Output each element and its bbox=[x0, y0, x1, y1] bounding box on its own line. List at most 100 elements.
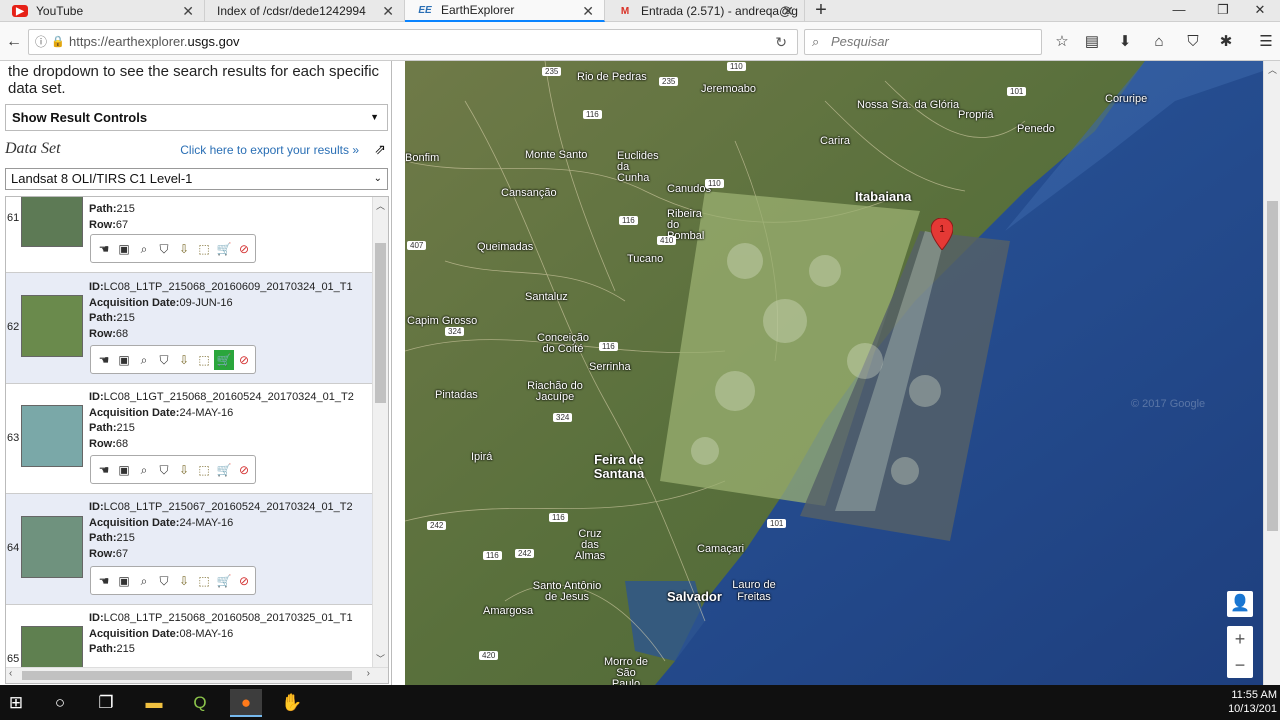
exclude-icon[interactable]: ⊘ bbox=[234, 571, 254, 591]
overlay-icon[interactable]: ▣ bbox=[114, 460, 134, 480]
new-tab-button[interactable]: + bbox=[808, 0, 834, 22]
cortana-icon[interactable]: ○ bbox=[44, 689, 76, 717]
reading-list-icon[interactable]: ▤ bbox=[1082, 32, 1102, 52]
download-icon[interactable]: ⇩ bbox=[174, 460, 194, 480]
qgis-icon[interactable]: Q bbox=[184, 689, 216, 717]
compare-icon[interactable]: ⛉ bbox=[154, 239, 174, 259]
download-icon[interactable]: ⇩ bbox=[174, 239, 194, 259]
search-input[interactable]: ⌕ Pesquisar bbox=[804, 29, 1042, 55]
cart-icon[interactable]: 🛒 bbox=[214, 571, 234, 591]
cart-icon[interactable]: 🛒 bbox=[214, 460, 234, 480]
results-vertical-scrollbar[interactable]: ︿ ﹀ bbox=[372, 197, 388, 667]
footprint-icon[interactable]: ☚ bbox=[94, 350, 114, 370]
firefox-icon[interactable]: ● bbox=[230, 689, 262, 717]
home-icon[interactable]: ⌂ bbox=[1149, 32, 1169, 52]
bulk-download-icon[interactable]: ⬚ bbox=[194, 571, 214, 591]
tab-earthexplorer[interactable]: EE EarthExplorer ✕ bbox=[405, 0, 605, 22]
close-window-button[interactable]: ✕ bbox=[1240, 0, 1280, 22]
download-icon[interactable]: ⇩ bbox=[174, 571, 194, 591]
scrollbar-thumb[interactable] bbox=[1267, 201, 1278, 531]
minimize-button[interactable]: — bbox=[1156, 0, 1202, 22]
map-place: Riachão do Jacuípe bbox=[527, 380, 583, 403]
export-results-link[interactable]: Click here to export your results » bbox=[180, 143, 359, 157]
result-meta: Path:215 Row:67 bbox=[89, 203, 135, 231]
close-icon[interactable]: ✕ bbox=[382, 3, 394, 20]
map-place: Camaçari bbox=[697, 543, 745, 555]
metadata-icon[interactable]: ⌕ bbox=[134, 460, 154, 480]
close-icon[interactable]: ✕ bbox=[782, 3, 794, 20]
result-thumbnail[interactable] bbox=[21, 516, 83, 578]
scrollbar-thumb[interactable] bbox=[22, 671, 352, 680]
windows-start-icon[interactable]: ⊞ bbox=[0, 689, 32, 717]
overlay-icon[interactable]: ▣ bbox=[114, 239, 134, 259]
result-actions: ☚ ▣ ⌕ ⛉ ⇩ ⬚ 🛒 ⊘ bbox=[90, 345, 256, 374]
clock-time: 11:55 AM bbox=[1231, 689, 1277, 701]
tab-gmail[interactable]: M Entrada (2.571) - andreqa@g ✕ bbox=[605, 0, 805, 22]
bulk-download-icon[interactable]: ⬚ bbox=[194, 350, 214, 370]
compare-icon[interactable]: ⛉ bbox=[154, 460, 174, 480]
zoom-out-button[interactable]: − bbox=[1227, 652, 1253, 678]
overlay-icon[interactable]: ▣ bbox=[114, 350, 134, 370]
compare-icon[interactable]: ⛉ bbox=[154, 571, 174, 591]
data-set-select[interactable]: Landsat 8 OLI/TIRS C1 Level-1 ⌄ bbox=[5, 168, 388, 190]
exclude-icon[interactable]: ⊘ bbox=[234, 239, 254, 259]
chevron-down-icon[interactable]: ﹀ bbox=[376, 652, 385, 665]
extension-icon[interactable]: ✱ bbox=[1216, 32, 1236, 52]
tab-index[interactable]: Index of /cdsr/dede1242994 ✕ bbox=[205, 0, 405, 22]
system-clock[interactable]: 11:55 AM 10/13/201 bbox=[1220, 688, 1280, 716]
download-icon[interactable]: ⬇ bbox=[1115, 32, 1135, 52]
exclude-icon[interactable]: ⊘ bbox=[234, 460, 254, 480]
results-horizontal-scrollbar[interactable]: ‹ › bbox=[6, 667, 388, 683]
pocket-icon[interactable]: ⛉ bbox=[1183, 32, 1203, 52]
road-shield: 116 bbox=[549, 513, 568, 522]
page-vertical-scrollbar[interactable]: ︿ bbox=[1263, 61, 1280, 685]
chevron-up-icon[interactable]: ︿ bbox=[1268, 63, 1277, 76]
bulk-download-icon[interactable]: ⬚ bbox=[194, 239, 214, 259]
show-result-controls-dropdown[interactable]: Show Result Controls ▼ bbox=[5, 104, 388, 131]
cart-icon[interactable]: 🛒 bbox=[214, 239, 234, 259]
bulk-download-icon[interactable]: ⬚ bbox=[194, 460, 214, 480]
map-marker-icon[interactable]: 1 bbox=[931, 218, 953, 250]
street-view-pegman-icon[interactable]: 👤 bbox=[1227, 591, 1253, 617]
footprint-icon[interactable]: ☚ bbox=[94, 460, 114, 480]
result-acq-date: 24-MAY-16 bbox=[179, 516, 234, 529]
tab-youtube[interactable]: ▶ YouTube ✕ bbox=[0, 0, 205, 22]
url-bar[interactable]: ⓘ 🔒 https://earthexplorer.usgs.gov ↻ bbox=[28, 29, 798, 55]
close-icon[interactable]: ✕ bbox=[582, 3, 594, 20]
result-thumbnail[interactable] bbox=[21, 295, 83, 357]
search-placeholder: Pesquisar bbox=[831, 34, 889, 49]
compare-icon[interactable]: ⛉ bbox=[154, 350, 174, 370]
info-icon[interactable]: ⓘ bbox=[35, 30, 47, 54]
map-place: Coruripe bbox=[1105, 93, 1148, 105]
tab-label: Entrada (2.571) - andreqa@g bbox=[641, 4, 798, 18]
result-acq-date: 08-MAY-16 bbox=[179, 627, 234, 640]
task-view-icon[interactable]: ❐ bbox=[90, 689, 122, 717]
footprint-icon[interactable]: ☚ bbox=[94, 571, 114, 591]
external-link-icon[interactable]: ⇗ bbox=[374, 141, 386, 158]
result-thumbnail[interactable] bbox=[21, 197, 83, 247]
chevron-left-icon[interactable]: ‹ bbox=[9, 668, 12, 679]
close-icon[interactable]: ✕ bbox=[182, 3, 194, 20]
exclude-icon[interactable]: ⊘ bbox=[234, 350, 254, 370]
zoom-in-button[interactable]: + bbox=[1227, 626, 1253, 652]
scrollbar-thumb[interactable] bbox=[375, 243, 386, 403]
overlay-icon[interactable]: ▣ bbox=[114, 571, 134, 591]
metadata-icon[interactable]: ⌕ bbox=[134, 571, 154, 591]
back-button[interactable]: ← bbox=[2, 30, 26, 54]
cart-icon[interactable]: 🛒 bbox=[214, 349, 234, 370]
show-result-controls-label: Show Result Controls bbox=[12, 110, 148, 125]
map-place: Carira bbox=[820, 135, 850, 147]
app-icon[interactable]: ✋ bbox=[276, 689, 308, 717]
reload-icon[interactable]: ↻ bbox=[775, 30, 787, 54]
download-icon[interactable]: ⇩ bbox=[174, 350, 194, 370]
bookmark-star-icon[interactable]: ☆ bbox=[1052, 32, 1072, 52]
metadata-icon[interactable]: ⌕ bbox=[134, 350, 154, 370]
footprint-icon[interactable]: ☚ bbox=[94, 239, 114, 259]
menu-icon[interactable]: ☰ bbox=[1256, 32, 1276, 52]
chevron-right-icon[interactable]: › bbox=[367, 668, 370, 679]
metadata-icon[interactable]: ⌕ bbox=[134, 239, 154, 259]
map-view[interactable]: Rio de Pedras Jeremoabo Nossa Sra. da Gl… bbox=[405, 61, 1263, 685]
file-explorer-icon[interactable]: ▬ bbox=[138, 689, 170, 717]
chevron-up-icon[interactable]: ︿ bbox=[376, 199, 385, 212]
result-thumbnail[interactable] bbox=[21, 405, 83, 467]
